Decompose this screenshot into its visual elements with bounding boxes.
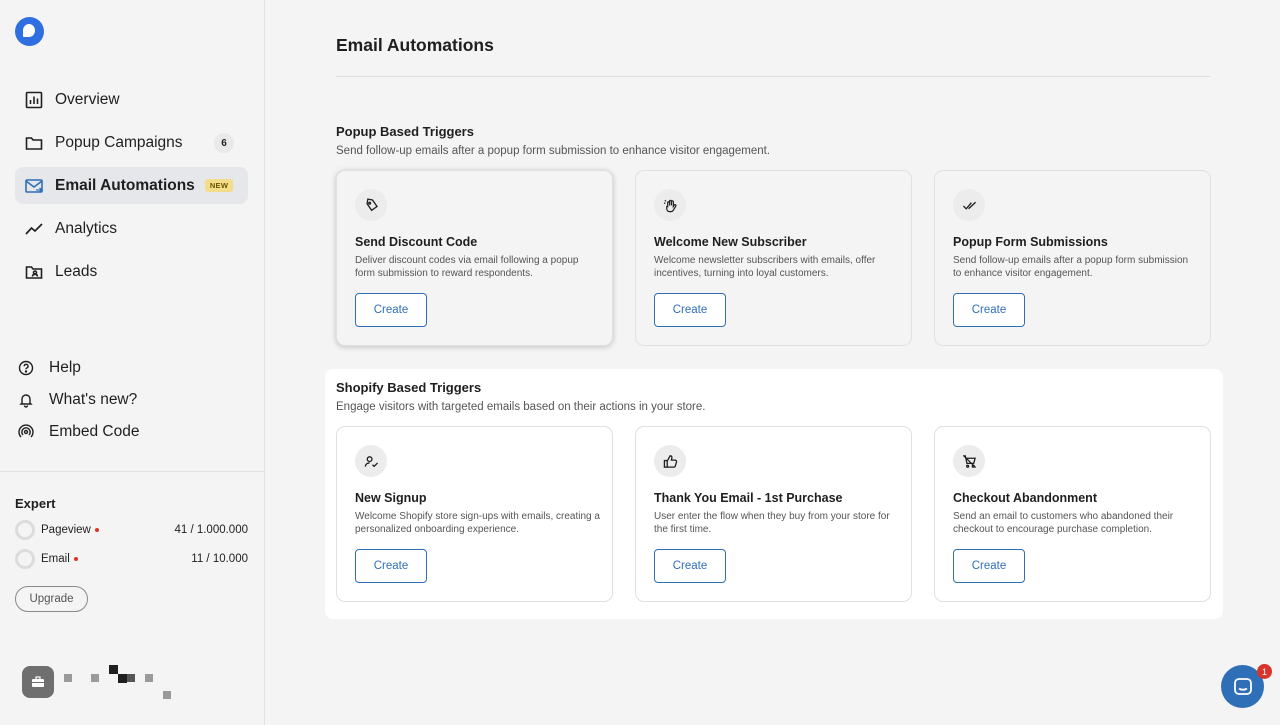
chat-notification-badge: 1 [1257,664,1272,679]
nav-item-email-automations[interactable]: Email Automations NEW [15,167,248,204]
whats-new-link[interactable]: What's new? [18,389,137,411]
store-avatar[interactable] [22,666,54,698]
warning-dot [73,557,78,561]
card-welcome-new-subscriber: Welcome New Subscriber Welcome newslette… [635,170,912,346]
nav-item-popup-campaigns[interactable]: Popup Campaigns 6 [15,124,248,161]
main-content: Email Automations Popup Based Triggers S… [265,0,1280,725]
create-button[interactable]: Create [355,293,427,327]
card-send-discount-code: Send Discount Code Deliver discount code… [336,170,613,346]
create-button[interactable]: Create [654,549,726,583]
folder-user-icon [24,262,44,282]
popup-section-subtitle: Send follow-up emails after a popup form… [336,145,771,157]
card-description: Send an email to customers who abandoned… [953,511,1174,535]
help-label: Help [49,359,81,376]
cart-off-icon [953,445,985,477]
usage-email: Email 11 / 10.000 [15,549,248,569]
nav-label: Popup Campaigns [55,133,183,151]
trend-icon [24,219,44,239]
card-description: Welcome newsletter subscribers with emai… [654,255,876,279]
create-button[interactable]: Create [355,549,427,583]
wave-hand-icon [654,189,686,221]
card-title: Thank You Email - 1st Purchase [654,491,843,505]
create-button[interactable]: Create [654,293,726,327]
usage-label: Email [41,553,70,565]
chart-icon [24,90,44,110]
chat-icon [1233,677,1252,695]
page-title: Email Automations [336,35,494,55]
nav-item-analytics[interactable]: Analytics [15,210,248,247]
help-link[interactable]: Help [18,357,81,379]
usage-value: 41 / 1.000.000 [174,524,248,536]
nav-label: Leads [55,262,98,280]
whats-new-label: What's new? [49,391,138,408]
usage-label: Pageview [41,524,91,536]
app-logo[interactable] [15,17,44,46]
nav-label: Analytics [55,219,118,237]
card-thank-you-first-purchase: Thank You Email - 1st Purchase User ente… [635,426,912,602]
card-description: Welcome Shopify store sign-ups with emai… [355,511,600,535]
card-title: Popup Form Submissions [953,235,1108,249]
campaign-count-badge: 6 [214,133,234,153]
briefcase-icon [32,676,44,687]
popup-section-title: Popup Based Triggers [336,124,474,139]
new-badge: NEW [204,179,234,192]
card-popup-form-submissions: Popup Form Submissions Send follow-up em… [934,170,1211,346]
card-description: User enter the flow when they buy from y… [654,511,890,535]
create-button[interactable]: Create [953,549,1025,583]
card-description: Deliver discount codes via email followi… [355,255,579,279]
card-new-signup: New Signup Welcome Shopify store sign-up… [336,426,613,602]
nav-label: Email Automations [55,176,195,194]
nav-item-leads[interactable]: Leads [15,253,248,290]
card-title: Send Discount Code [355,235,478,249]
embed-code-label: Embed Code [49,423,140,440]
usage-ring [15,549,35,569]
card-title: Welcome New Subscriber [654,235,807,249]
sidebar-divider [0,471,265,472]
usage-pageview: Pageview 41 / 1.000.000 [15,520,248,540]
question-icon [18,360,34,376]
broadcast-icon [18,424,34,440]
mail-icon [24,176,44,196]
card-title: New Signup [355,491,427,505]
sidebar: Overview Popup Campaigns 6 Email Automat… [0,0,265,725]
thumbs-up-icon [654,445,686,477]
card-checkout-abandonment: Checkout Abandonment Send an email to cu… [934,426,1211,602]
card-title: Checkout Abandonment [953,491,1097,505]
nav-item-overview[interactable]: Overview [15,81,248,118]
usage-value: 11 / 10.000 [191,553,248,565]
user-check-icon [355,445,387,477]
embed-code-link[interactable]: Embed Code [18,421,139,443]
usage-ring [15,520,35,540]
plan-title: Expert [15,496,56,511]
title-divider [336,76,1210,77]
double-check-icon [953,189,985,221]
warning-dot [94,528,99,532]
card-description: Send follow-up emails after a popup form… [953,255,1189,279]
tag-icon [355,189,387,221]
folder-icon [24,133,44,153]
create-button[interactable]: Create [953,293,1025,327]
nav-label: Overview [55,90,120,108]
shopify-section-subtitle: Engage visitors with targeted emails bas… [336,401,706,413]
upgrade-button[interactable]: Upgrade [15,586,88,612]
shopify-section-title: Shopify Based Triggers [336,380,482,395]
bell-icon [18,392,34,408]
